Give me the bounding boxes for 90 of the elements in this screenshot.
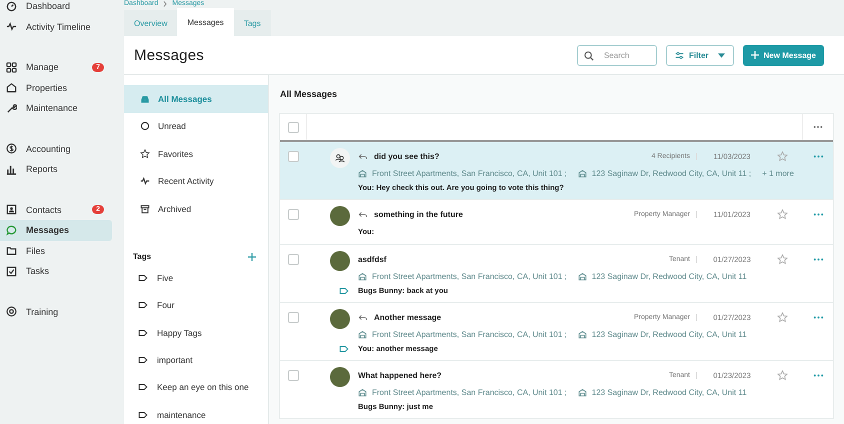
plus-icon[interactable]	[248, 252, 256, 260]
row-checkbox[interactable]	[288, 151, 298, 162]
tag-icon	[138, 273, 148, 284]
nav-item[interactable]: Training	[0, 302, 112, 322]
nav-item[interactable]: Messages	[0, 220, 112, 240]
building-icon	[358, 330, 367, 338]
building-icon	[578, 388, 587, 396]
group-avatar	[330, 148, 350, 168]
row-checkbox[interactable]	[288, 254, 298, 265]
folder-item[interactable]: Recent Activity	[124, 168, 268, 195]
property-address[interactable]: Front Street Apartments, San Francisco, CA, Unit 101 ;	[372, 330, 567, 338]
nav-item[interactable]: Tasks	[0, 261, 112, 282]
section-heading: Tags	[133, 252, 152, 261]
tab[interactable]: Messages	[177, 8, 234, 36]
building-icon	[358, 168, 367, 178]
dollar-icon	[6, 143, 17, 154]
property-address[interactable]: Front Street Apartments, San Francisco, CA, Unit 101 ;	[372, 388, 567, 396]
building-icon	[578, 272, 587, 280]
building-icon	[578, 330, 587, 338]
nav-item[interactable]: Properties	[0, 78, 112, 98]
avatar-photo-placeholder	[330, 367, 350, 387]
star-icon[interactable]	[776, 150, 788, 162]
property-address[interactable]: Front Street Apartments, San Francisco, CA, Unit 101 ;	[372, 272, 567, 280]
nav-item[interactable]: Files	[0, 240, 112, 261]
folder-icon	[6, 245, 17, 256]
filter-button[interactable]: Filter	[666, 44, 734, 66]
search-field[interactable]: Search	[576, 44, 657, 66]
message-row[interactable]	[280, 142, 833, 200]
nav-item[interactable]: Dashboard	[0, 0, 112, 16]
folder-item[interactable]: Favorites	[124, 140, 268, 168]
chevron-icon	[163, 1, 168, 7]
avatar-photo-placeholder	[330, 251, 350, 271]
message-subject: did you see this?	[374, 152, 440, 160]
tag-icon	[138, 410, 148, 420]
building-icon	[358, 272, 367, 280]
property-address[interactable]: 123 Saginaw Dr, Redwood City, CA, Unit 11	[592, 330, 747, 338]
wrench-icon	[6, 102, 17, 114]
building-icon	[358, 388, 367, 396]
message-subject: What happened here?	[358, 370, 442, 380]
checkbox-icon	[6, 266, 17, 277]
property-address[interactable]: 123 Saginaw Dr, Redwood City, CA, Unit 11	[592, 272, 747, 280]
star-icon[interactable]	[776, 254, 788, 264]
grid-icon	[6, 62, 17, 73]
tag-icon	[138, 382, 148, 392]
plus-icon	[750, 51, 759, 59]
inbox-icon	[140, 94, 150, 104]
circle-icon	[140, 121, 150, 132]
tag-icon	[138, 328, 148, 338]
message-subject: something in the future	[374, 210, 463, 218]
pulse-icon	[140, 176, 150, 186]
tag-icon	[138, 355, 148, 366]
nav-item[interactable]: Activity Timeline	[0, 16, 112, 37]
message-subject: asdfdsf	[358, 254, 386, 264]
folder-item[interactable]: Unread	[124, 112, 268, 140]
select-all-checkbox[interactable]	[288, 122, 298, 132]
row-checkbox[interactable]	[288, 370, 298, 381]
contact-card-icon	[6, 204, 17, 216]
message-subject: Another message	[374, 312, 442, 322]
tag-item[interactable]: important	[124, 346, 268, 374]
pulse-icon	[6, 21, 17, 32]
page-title: Messages	[134, 46, 205, 64]
house-icon	[6, 82, 17, 94]
tag-item[interactable]: Keep an eye on this one	[124, 374, 268, 401]
row-checkbox[interactable]	[288, 209, 298, 220]
chat-bubble-icon	[6, 224, 17, 236]
bar-chart-icon	[6, 164, 17, 175]
list-title: All Messages	[279, 88, 338, 101]
tag-item[interactable]: Five	[124, 264, 268, 292]
avatar-photo-placeholder	[330, 309, 350, 329]
nav-item[interactable]: Reports	[0, 159, 112, 180]
avatar-photo-placeholder	[330, 206, 350, 226]
star-icon[interactable]	[776, 208, 788, 220]
tag-icon	[138, 300, 148, 310]
lifebuoy-icon	[6, 306, 17, 318]
sliders-icon	[674, 50, 684, 60]
gauge-icon	[6, 0, 17, 12]
caret-icon	[718, 52, 725, 58]
tag-item[interactable]: Four	[124, 292, 268, 320]
building-icon	[578, 168, 587, 178]
tag-item[interactable]: Happy Tags	[124, 319, 268, 346]
star-icon	[140, 148, 150, 159]
property-address[interactable]: 123 Saginaw Dr, Redwood City, CA, Unit 11	[592, 388, 747, 396]
star-icon[interactable]	[776, 370, 788, 380]
nav-item[interactable]: Maintenance	[0, 98, 112, 118]
archive-icon	[140, 204, 150, 214]
folder-item[interactable]: Archived	[124, 195, 268, 222]
nav-item[interactable]: Accounting	[0, 138, 112, 159]
tag-item[interactable]: maintenance	[124, 400, 268, 424]
row-checkbox[interactable]	[288, 312, 298, 323]
star-icon[interactable]	[776, 312, 788, 322]
